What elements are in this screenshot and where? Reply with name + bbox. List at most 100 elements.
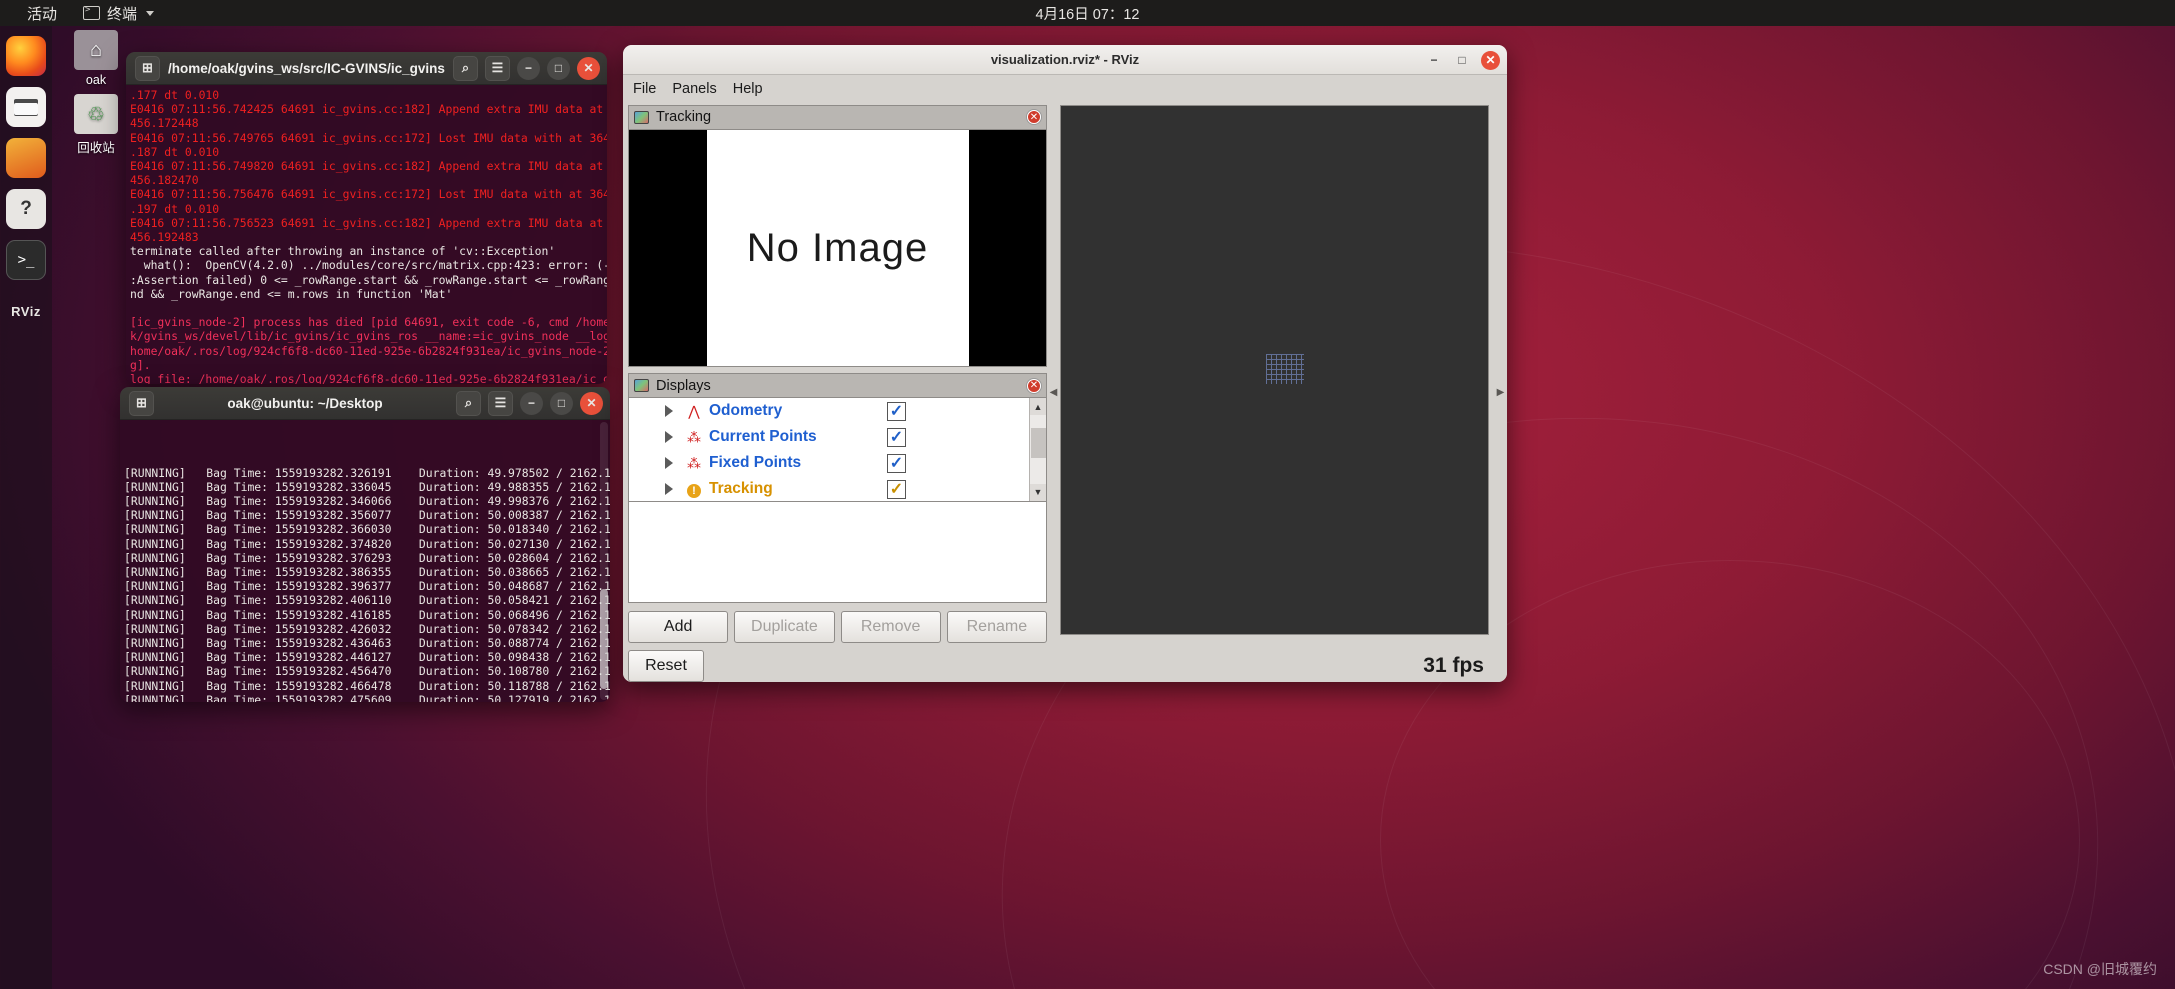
dock-item-firefox[interactable]: [6, 36, 46, 76]
bag-time-row: [RUNNING] Bag Time: 1559193282.475609 Du…: [124, 692, 610, 702]
terminal-line: g].: [130, 357, 151, 372]
display-item-checkbox[interactable]: ✓: [887, 427, 906, 447]
bag-time-row: [RUNNING] Bag Time: 1559193282.326191 Du…: [124, 465, 610, 480]
desktop-icon-home[interactable]: ⌂ oak: [62, 30, 130, 87]
terminal-line: what(): OpenCV(4.2.0) ../modules/core/sr…: [130, 258, 607, 273]
app-menu-terminal[interactable]: 终端: [70, 0, 167, 26]
expand-triangle-icon[interactable]: [665, 483, 673, 496]
rviz-menubar: File Panels Help: [623, 75, 1507, 102]
displays-scrollbar[interactable]: ▲ ▼: [1029, 398, 1046, 501]
search-icon[interactable]: ⌕: [456, 390, 481, 416]
hamburger-menu-icon[interactable]: ☰: [485, 55, 510, 81]
grid-icon: [1265, 354, 1304, 385]
menu-panels[interactable]: Panels: [672, 81, 716, 97]
rviz-close-button[interactable]: ✕: [1481, 50, 1500, 70]
terminal-line: terminate called after throwing an insta…: [130, 244, 556, 259]
terminal-line: home/oak/.ros/log/924cf6f8-dc60-11ed-925…: [130, 343, 607, 358]
expand-triangle-icon[interactable]: [665, 405, 673, 418]
bag-time-row: [RUNNING] Bag Time: 1559193282.406110 Du…: [124, 593, 610, 608]
new-tab-icon[interactable]: ⊞: [129, 390, 154, 416]
dock-item-help[interactable]: ?: [6, 189, 46, 229]
terminal-lower-output[interactable]: [RUNNING] Bag Time: 1559193282.326191 Du…: [120, 420, 610, 702]
dock-item-terminal[interactable]: >_: [6, 240, 46, 280]
search-icon[interactable]: ⌕: [453, 55, 478, 81]
display-item-checkbox[interactable]: ✓: [887, 479, 906, 499]
terminal-line: .197 dt 0.010: [130, 201, 220, 216]
terminal-window-upper[interactable]: ⊞ /home/oak/gvins_ws/src/IC-GVINS/ic_gvi…: [126, 52, 607, 384]
dock-item-software[interactable]: [6, 138, 46, 178]
panel-splitter-right[interactable]: ▶: [1494, 102, 1507, 682]
close-button[interactable]: ✕: [580, 391, 603, 415]
terminal-upper-title: /home/oak/gvins_ws/src/IC-GVINS/ic_gvins…: [168, 60, 445, 76]
rviz-status-bar: 31 fps: [1060, 640, 1494, 682]
terminal-window-lower[interactable]: ⊞ oak@ubuntu: ~/Desktop ⌕ ☰ − □ ✕ [RUNNI…: [120, 387, 610, 702]
new-tab-icon[interactable]: ⊞: [135, 55, 160, 81]
terminal-line: E0416 07:11:56.749765 64691 ic_gvins.cc:…: [130, 130, 607, 145]
reset-button[interactable]: Reset: [628, 649, 704, 682]
bag-time-row: [RUNNING] Bag Time: 1559193282.366030 Du…: [124, 522, 610, 537]
terminal-line: k/gvins_ws/devel/lib/ic_gvins/ic_gvins_r…: [130, 329, 607, 344]
desktop-icon-trash[interactable]: ♲ 回收站: [62, 94, 130, 156]
dock-item-files[interactable]: [6, 87, 46, 127]
rviz-minimize-button[interactable]: −: [1425, 51, 1443, 69]
minimize-button[interactable]: −: [520, 391, 543, 415]
tracking-image-view: No Image: [628, 129, 1047, 368]
displays-button-row: Add Duplicate Remove Rename: [628, 610, 1047, 643]
clock[interactable]: 4月16日 07：12: [1036, 3, 1140, 24]
display-item[interactable]: ! Tracking ✓: [629, 476, 1046, 500]
display-item[interactable]: ⋀ Odometry ✓: [629, 398, 1046, 424]
bag-time-row: [RUNNING] Bag Time: 1559193282.386355 Du…: [124, 565, 610, 580]
close-icon[interactable]: ✕: [1027, 110, 1041, 125]
display-item[interactable]: ⁂ Fixed Points ✓: [629, 450, 1046, 476]
panel-splitter-left[interactable]: ◀: [1047, 102, 1060, 682]
arrow-down-icon[interactable]: ▼: [1030, 483, 1046, 501]
expand-triangle-icon[interactable]: [665, 431, 673, 444]
maximize-button[interactable]: □: [547, 56, 570, 80]
dock-item-rviz[interactable]: RViz: [6, 291, 46, 331]
close-button[interactable]: ✕: [577, 56, 600, 80]
rviz-titlebar[interactable]: visualization.rviz* - RViz − □ ✕: [623, 45, 1507, 75]
terminal-line: [ic_gvins_node-2] process has died [pid …: [130, 315, 607, 330]
display-item-checkbox[interactable]: ✓: [887, 401, 906, 421]
activities-button[interactable]: 活动: [14, 0, 70, 26]
displays-panel-header: Displays ✕: [628, 373, 1047, 399]
rviz-maximize-button[interactable]: □: [1453, 51, 1471, 69]
terminal-line: E0416 07:11:56.742425 64691 ic_gvins.cc:…: [130, 102, 607, 117]
warning-icon: !: [685, 481, 703, 498]
rename-button[interactable]: Rename: [946, 610, 1047, 643]
remove-button[interactable]: Remove: [840, 610, 941, 643]
expand-triangle-icon[interactable]: [665, 457, 673, 470]
home-folder-icon: ⌂: [74, 30, 118, 70]
duplicate-button[interactable]: Duplicate: [734, 610, 835, 643]
displays-tree[interactable]: ▲ ▼ ⋀ Odometry ✓ ⁂ Current Points ✓ ⁂ Fixed Poi…: [628, 398, 1047, 502]
tracking-panel-title: Tracking: [656, 109, 712, 126]
rviz-3d-viewport[interactable]: [1060, 105, 1489, 635]
tracking-panel-header: Tracking ✕: [628, 105, 1047, 130]
hamburger-menu-icon[interactable]: ☰: [488, 390, 513, 416]
terminal-upper-titlebar[interactable]: ⊞ /home/oak/gvins_ws/src/IC-GVINS/ic_gvi…: [126, 52, 607, 85]
display-item-label: Odometry: [709, 402, 783, 420]
menu-file[interactable]: File: [633, 81, 656, 97]
arrow-up-icon[interactable]: ▲: [1030, 398, 1046, 416]
rviz-window[interactable]: visualization.rviz* - RViz − □ ✕ File Pa…: [623, 45, 1507, 682]
bag-time-row: [RUNNING] Bag Time: 1559193282.356077 Du…: [124, 508, 610, 523]
menu-help[interactable]: Help: [733, 81, 763, 97]
bag-time-row: [RUNNING] Bag Time: 1559193282.456470 Du…: [124, 664, 610, 679]
chevron-down-icon: [146, 10, 155, 16]
close-icon[interactable]: ✕: [1027, 378, 1041, 393]
terminal-upper-output[interactable]: .177 dt 0.010 E0416 07:11:56.742425 64691…: [126, 85, 607, 384]
display-item-checkbox[interactable]: ✓: [887, 453, 906, 473]
display-item[interactable]: ⁂ Current Points ✓: [629, 424, 1046, 450]
terminal-scrollbar[interactable]: [600, 422, 608, 700]
terminal-line: nd && _rowRange.end <= m.rows in functio…: [130, 286, 453, 301]
terminal-lower-titlebar[interactable]: ⊞ oak@ubuntu: ~/Desktop ⌕ ☰ − □ ✕: [120, 387, 610, 420]
terminal-line: .177 dt 0.010: [130, 88, 220, 102]
maximize-button[interactable]: □: [550, 391, 573, 415]
odometry-icon: ⋀: [688, 402, 700, 419]
pointcloud-icon: ⁂: [687, 428, 701, 445]
panel-icon: [634, 379, 649, 393]
bag-time-row: [RUNNING] Bag Time: 1559193282.374820 Du…: [124, 536, 610, 551]
bag-time-row: [RUNNING] Bag Time: 1559193282.346066 Du…: [124, 494, 610, 509]
add-button[interactable]: Add: [628, 610, 729, 643]
minimize-button[interactable]: −: [517, 56, 540, 80]
